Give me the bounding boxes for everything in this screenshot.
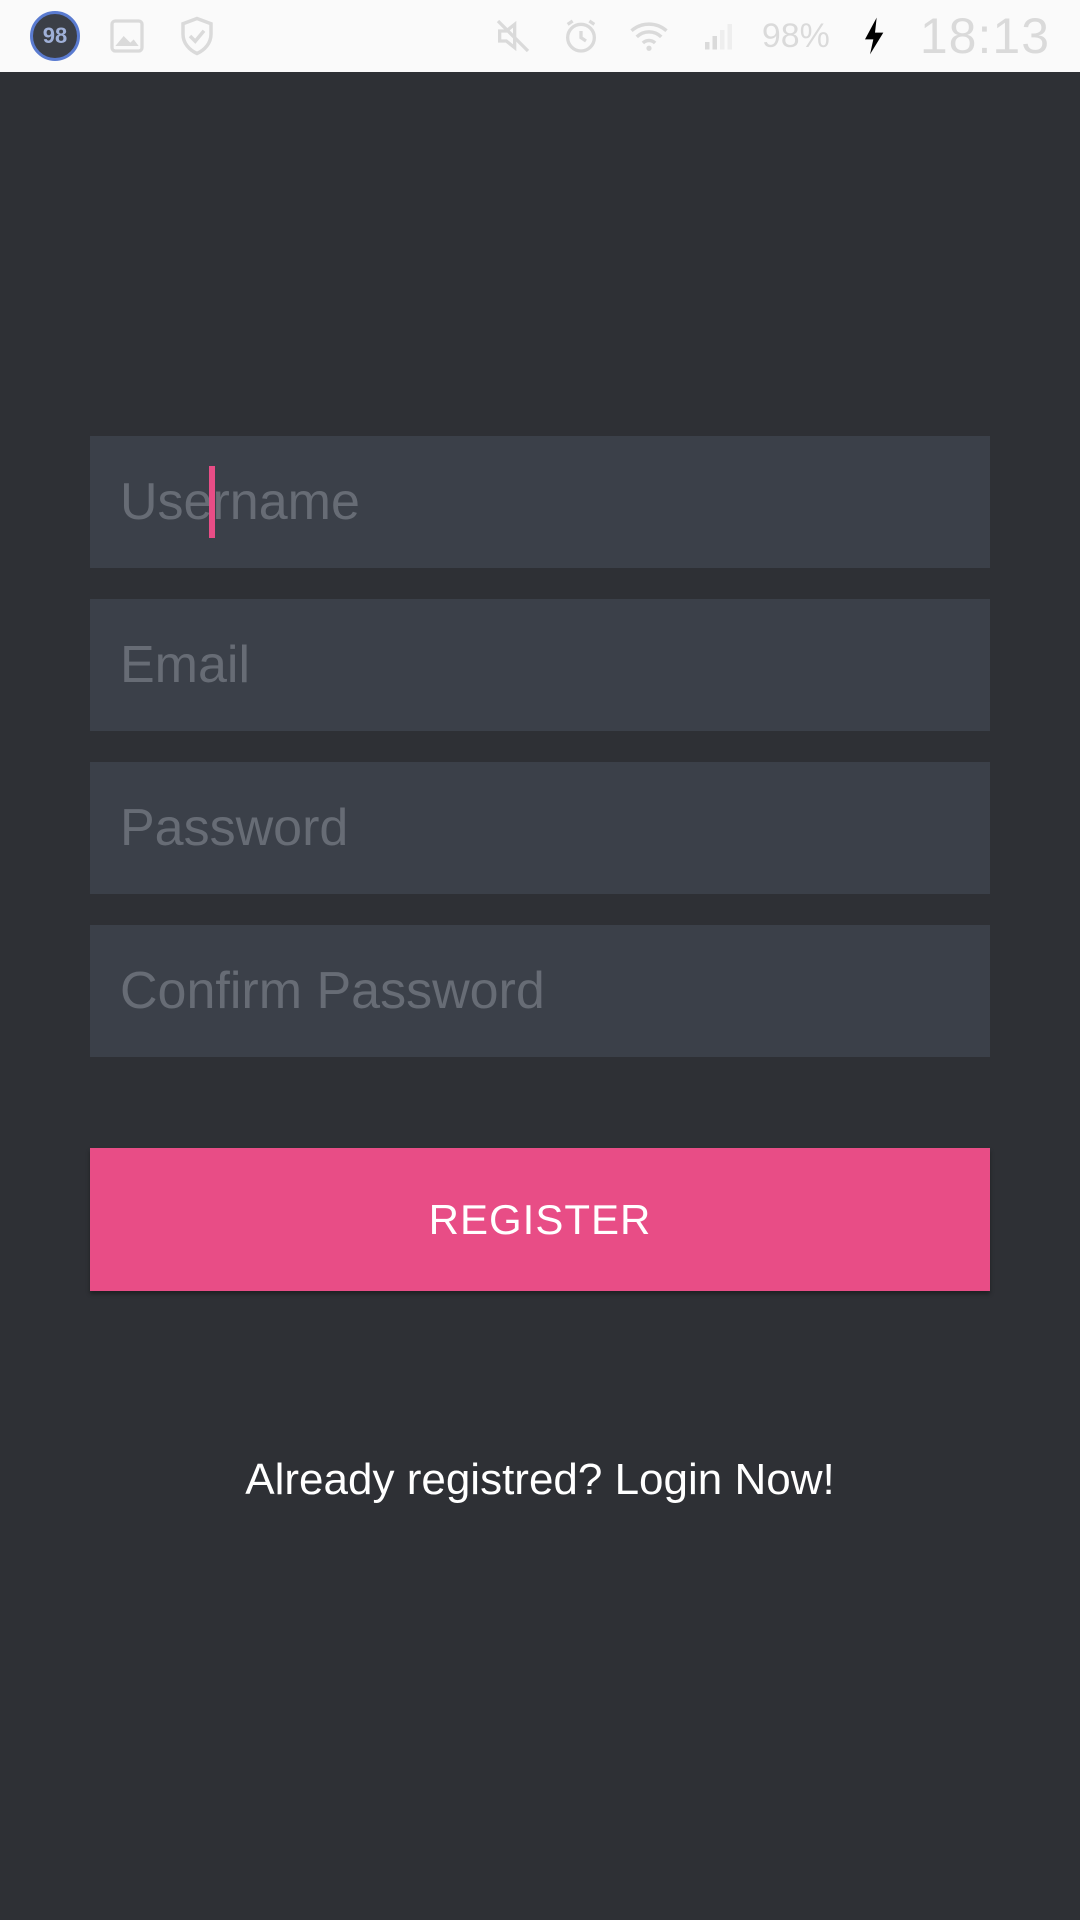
password-field[interactable]: [90, 762, 990, 894]
username-field[interactable]: [90, 436, 990, 568]
mute-icon: [490, 13, 536, 59]
password-input[interactable]: [120, 762, 990, 894]
login-now-link[interactable]: Already registred? Login Now!: [0, 1455, 1080, 1505]
status-bar-left: 98: [30, 0, 220, 72]
status-bar: 98 98% 18:13: [0, 0, 1080, 72]
text-cursor: [209, 466, 215, 538]
image-icon: [104, 13, 150, 59]
alarm-icon: [558, 13, 604, 59]
confirm-password-input[interactable]: [120, 925, 990, 1057]
email-input[interactable]: [120, 599, 990, 731]
notification-count-badge: 98: [30, 11, 80, 61]
status-bar-right: 98% 18:13: [490, 0, 1050, 72]
confirm-password-field[interactable]: [90, 925, 990, 1057]
signal-icon: [694, 13, 740, 59]
wifi-icon: [626, 13, 672, 59]
username-input[interactable]: [120, 436, 990, 568]
register-button[interactable]: REGISTER: [90, 1148, 990, 1291]
battery-percent: 98%: [761, 16, 830, 55]
shield-check-icon: [174, 13, 220, 59]
email-field[interactable]: [90, 599, 990, 731]
battery-charging-icon: [852, 13, 898, 59]
clock: 18:13: [919, 8, 1050, 64]
